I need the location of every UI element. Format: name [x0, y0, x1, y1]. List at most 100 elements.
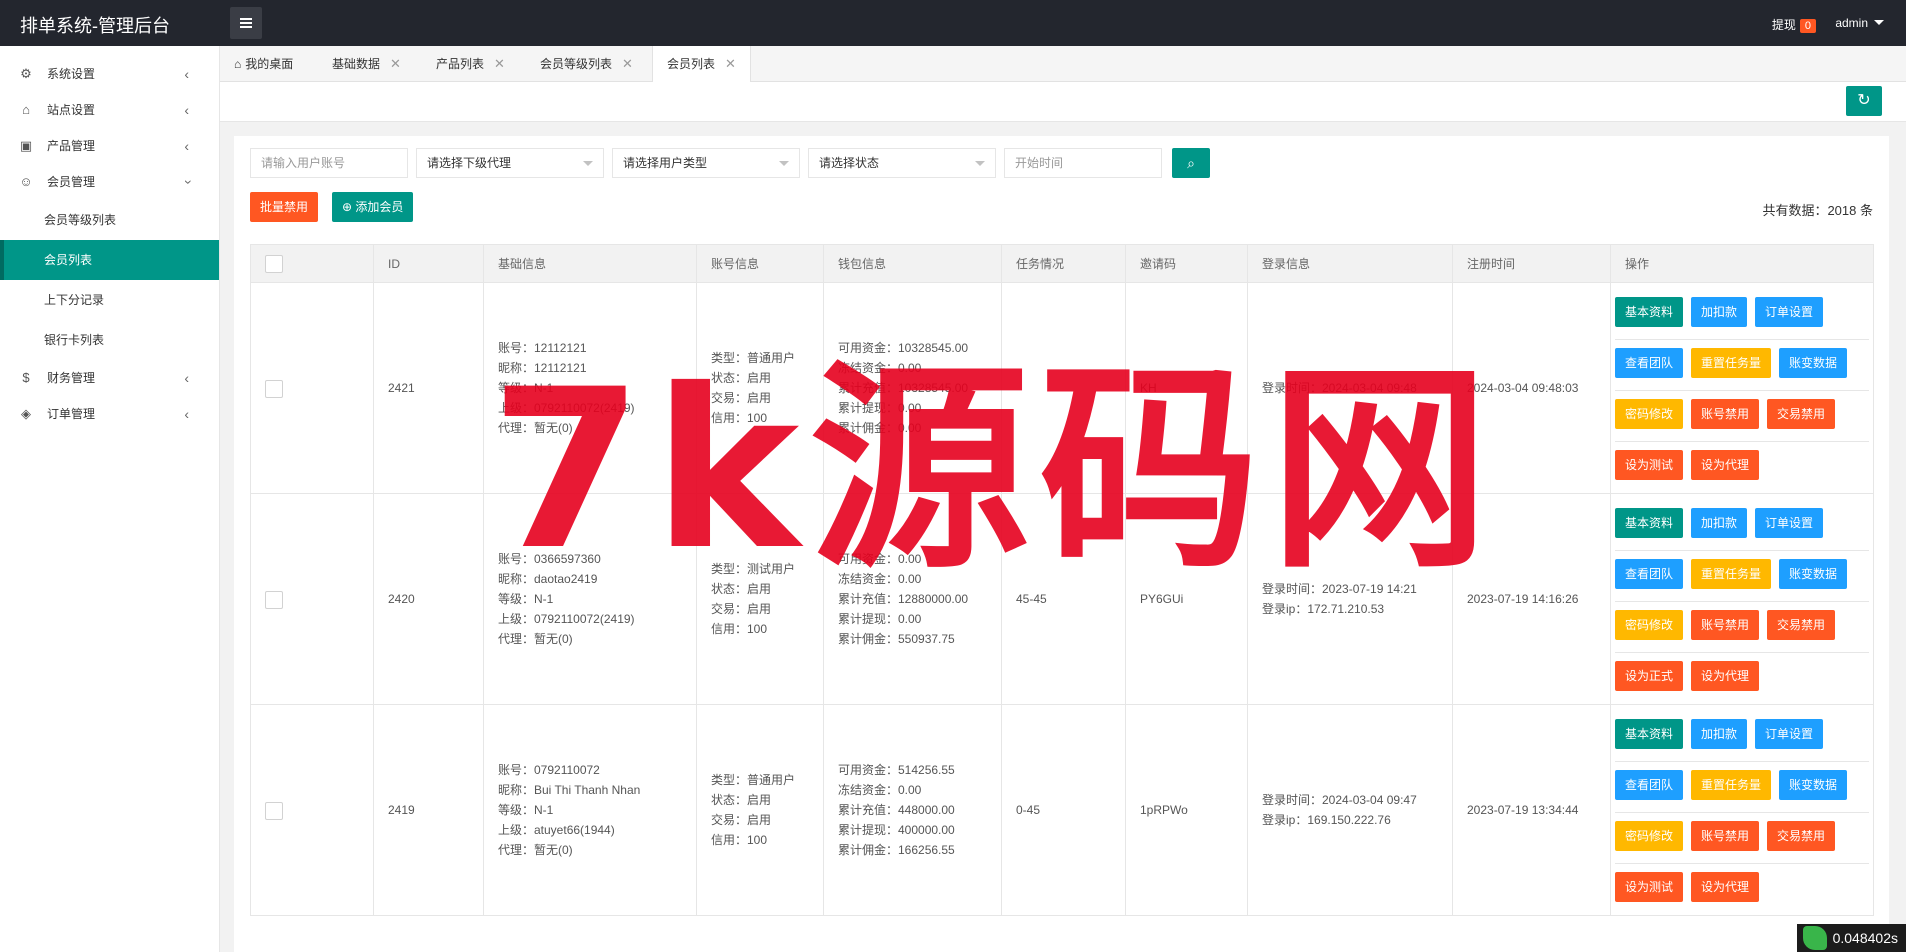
sidebar-item-orders[interactable]: ◈ 订单管理 ‹: [0, 396, 219, 432]
cell-line: 状态：启用: [711, 793, 772, 807]
cell-ops: 基本资料 加扣款 订单设置 查看团队 重置任务量 账变数据 密码修改 账号禁用 交易禁用 设…: [1610, 282, 1874, 494]
agent-select[interactable]: 请选择下级代理: [416, 148, 604, 178]
cell-id: 2421: [373, 282, 484, 494]
dropdown-arrow-icon: [779, 161, 789, 166]
sidebar-item-system-settings[interactable]: ⚙ 系统设置 ‹: [0, 56, 219, 92]
reset-tasks-button[interactable]: 重置任务量: [1691, 770, 1772, 800]
close-icon[interactable]: ✕: [390, 56, 401, 71]
order-settings-button[interactable]: 订单设置: [1755, 508, 1824, 538]
change-password-button[interactable]: 密码修改: [1615, 821, 1684, 851]
order-settings-button[interactable]: 订单设置: [1755, 719, 1824, 749]
cell-line: 信用：100: [711, 833, 768, 847]
view-team-button[interactable]: 查看团队: [1615, 348, 1684, 378]
plus-circle-icon: ⊕: [342, 200, 356, 214]
user-menu[interactable]: admin: [1835, 16, 1884, 30]
cell-line: 等级：N-1: [498, 803, 554, 817]
refresh-button[interactable]: ↻: [1846, 86, 1882, 116]
cell-login: 登录时间：2024-03-04 09:47 登录ip：169.150.222.76: [1247, 704, 1453, 916]
change-password-button[interactable]: 密码修改: [1615, 399, 1684, 429]
cell-line: 累计提现：400000.00: [838, 823, 955, 837]
add-deduct-button[interactable]: 加扣款: [1691, 719, 1748, 749]
row-select[interactable]: [250, 704, 374, 916]
cell-line: 代理：暂无(0): [498, 632, 573, 646]
close-icon[interactable]: ✕: [494, 56, 505, 71]
tab-basic-data[interactable]: 基础数据 ✕: [332, 46, 401, 82]
account-ban-button[interactable]: 账号禁用: [1691, 399, 1760, 429]
add-member-button[interactable]: ⊕ 添加会员: [332, 192, 414, 222]
account-ban-button[interactable]: 账号禁用: [1691, 610, 1760, 640]
start-time-input[interactable]: 开始时间: [1004, 148, 1162, 178]
ledger-button[interactable]: 账变数据: [1779, 770, 1848, 800]
sidebar-item-site-settings[interactable]: ⌂ 站点设置 ‹: [0, 92, 219, 128]
watermark: 7k源码网: [490, 342, 1500, 598]
set-agent-button[interactable]: 设为代理: [1691, 450, 1760, 480]
sidebar-item-product-management[interactable]: ▣ 产品管理 ‹: [0, 128, 219, 164]
dollar-icon: $: [22, 370, 30, 385]
view-team-button[interactable]: 查看团队: [1615, 770, 1684, 800]
user-type-select[interactable]: 请选择用户类型: [612, 148, 800, 178]
header-login: 登录信息: [1247, 244, 1453, 283]
chevron-left-icon: ‹: [184, 138, 189, 154]
timer-badge: 0.048402s: [1796, 924, 1906, 952]
checkbox[interactable]: [265, 254, 283, 273]
sidebar-sub-member-list[interactable]: 会员列表: [0, 240, 219, 280]
header-select-all[interactable]: [250, 244, 374, 283]
sidebar-sub-bank-cards[interactable]: 银行卡列表: [0, 320, 219, 360]
cell-invite: 1pRPWo: [1125, 704, 1248, 916]
ledger-button[interactable]: 账变数据: [1779, 559, 1848, 589]
account-search-input[interactable]: 请输入用户账号: [250, 148, 408, 178]
set-test-button[interactable]: 设为测试: [1615, 872, 1684, 902]
batch-disable-button[interactable]: 批量禁用: [250, 192, 319, 222]
tab-desktop[interactable]: ⌂ 我的桌面: [234, 46, 293, 82]
withdraw-link[interactable]: 提现 0: [1772, 16, 1816, 33]
tab-product-list[interactable]: 产品列表 ✕: [436, 46, 505, 82]
reset-tasks-button[interactable]: 重置任务量: [1691, 348, 1772, 378]
trade-ban-button[interactable]: 交易禁用: [1767, 821, 1836, 851]
set-agent-button[interactable]: 设为代理: [1691, 661, 1760, 691]
set-test-button[interactable]: 设为测试: [1615, 450, 1684, 480]
basic-info-button[interactable]: 基本资料: [1615, 719, 1684, 749]
close-icon[interactable]: ✕: [725, 56, 736, 71]
add-deduct-button[interactable]: 加扣款: [1691, 297, 1748, 327]
sidebar-sub-member-levels[interactable]: 会员等级列表: [0, 200, 219, 240]
tab-member-levels[interactable]: 会员等级列表 ✕: [540, 46, 633, 82]
search-button[interactable]: ⌕: [1172, 148, 1210, 178]
status-select[interactable]: 请选择状态: [808, 148, 996, 178]
view-team-button[interactable]: 查看团队: [1615, 559, 1684, 589]
checkbox[interactable]: [265, 801, 283, 820]
cell-line: 累计佣金：550937.75: [838, 632, 955, 646]
reset-tasks-button[interactable]: 重置任务量: [1691, 559, 1772, 589]
sidebar-item-member-management[interactable]: ☺ 会员管理 ‹: [0, 164, 219, 200]
trade-ban-button[interactable]: 交易禁用: [1767, 399, 1836, 429]
cell-line: 累计充值：448000.00: [838, 803, 955, 817]
basic-info-button[interactable]: 基本资料: [1615, 508, 1684, 538]
row-select[interactable]: [250, 493, 374, 705]
order-settings-button[interactable]: 订单设置: [1755, 297, 1824, 327]
cell-line: 累计提现：0.00: [838, 612, 922, 626]
cell-reg: 2023-07-19 13:34:44: [1452, 704, 1611, 916]
sidebar-sub-score-records[interactable]: 上下分记录: [0, 280, 219, 320]
set-test-button[interactable]: 设为正式: [1615, 661, 1684, 691]
set-agent-button[interactable]: 设为代理: [1691, 872, 1760, 902]
sidebar-item-finance[interactable]: $ 财务管理 ‹: [0, 360, 219, 396]
menu-toggle-button[interactable]: [230, 7, 262, 39]
cell-line: 交易：启用: [711, 602, 772, 616]
close-icon[interactable]: ✕: [622, 56, 633, 71]
cell-line: 代理：暂无(0): [498, 843, 573, 857]
ledger-button[interactable]: 账变数据: [1779, 348, 1848, 378]
trade-ban-button[interactable]: 交易禁用: [1767, 610, 1836, 640]
header-task: 任务情况: [1001, 244, 1126, 283]
change-password-button[interactable]: 密码修改: [1615, 610, 1684, 640]
cell-task: 0-45: [1001, 704, 1126, 916]
cell-line: 账号：0792110072: [498, 763, 600, 777]
basic-info-button[interactable]: 基本资料: [1615, 297, 1684, 327]
op-row: 设为正式 设为代理: [1615, 653, 1869, 704]
tab-member-list[interactable]: 会员列表 ✕: [652, 46, 751, 83]
row-select[interactable]: [250, 282, 374, 494]
add-deduct-button[interactable]: 加扣款: [1691, 508, 1748, 538]
account-ban-button[interactable]: 账号禁用: [1691, 821, 1760, 851]
checkbox[interactable]: [265, 379, 283, 398]
header-account: 账号信息: [696, 244, 824, 283]
checkbox[interactable]: [265, 590, 283, 609]
cell-ops: 基本资料 加扣款 订单设置 查看团队 重置任务量 账变数据 密码修改 账号禁用 交易禁用 设…: [1610, 704, 1874, 916]
